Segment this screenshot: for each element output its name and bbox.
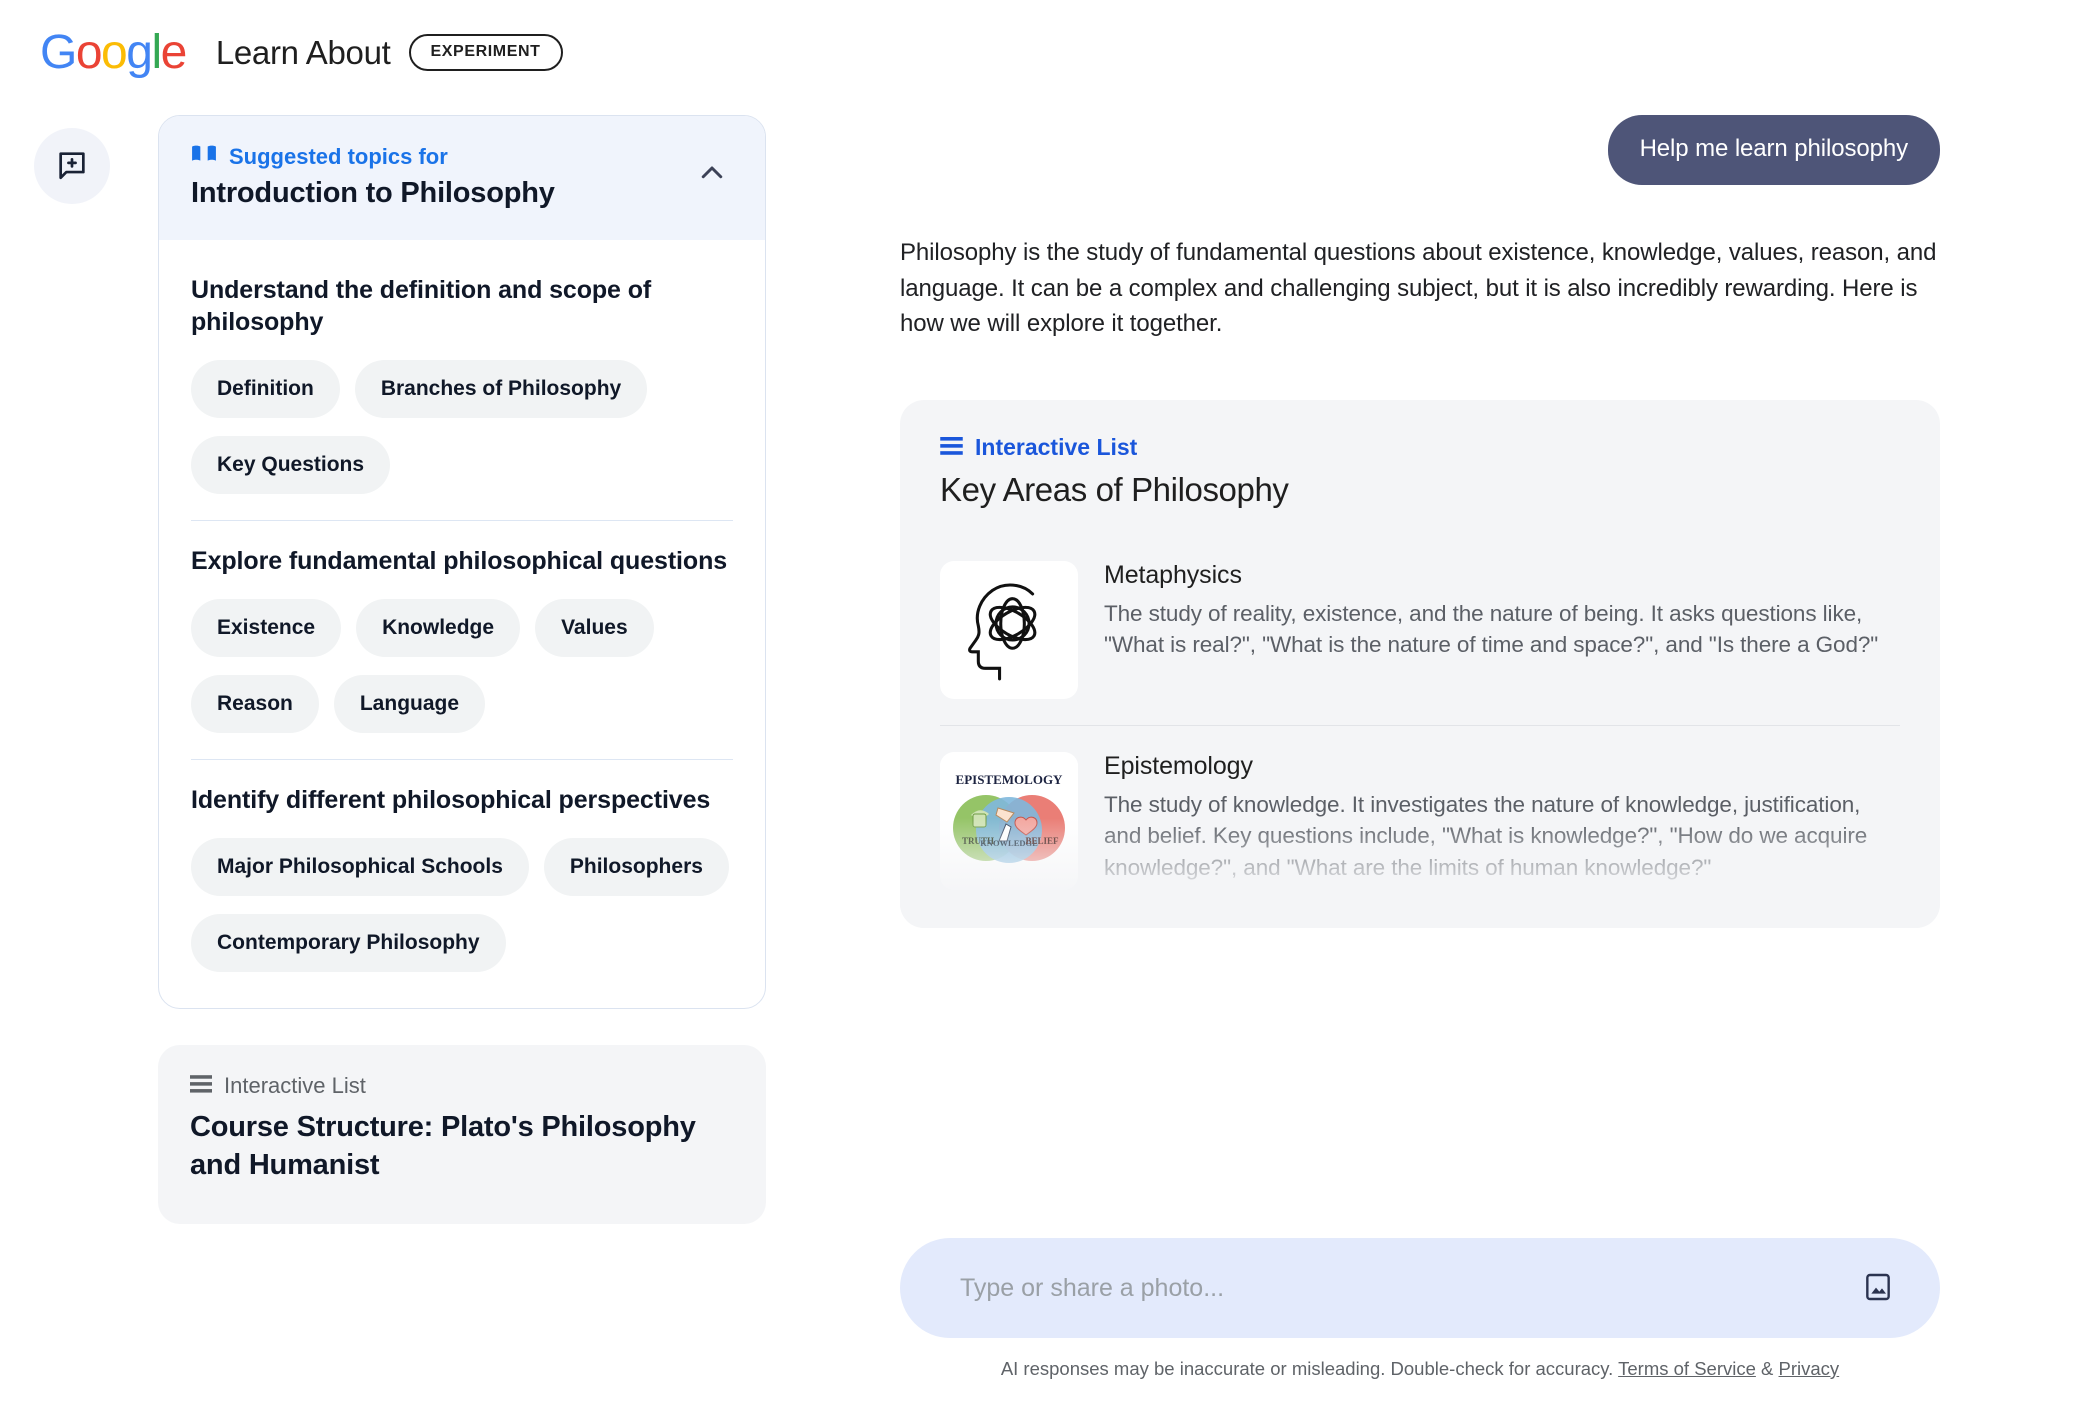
- composer-input[interactable]: [960, 1273, 1858, 1303]
- privacy-link[interactable]: Privacy: [1779, 1358, 1840, 1379]
- topic-chip[interactable]: Language: [333, 675, 486, 733]
- suggested-topics-title: Introduction to Philosophy: [191, 177, 555, 209]
- topic-chip-list: Definition Branches of Philosophy Key Qu…: [191, 360, 733, 494]
- topic-chip[interactable]: Definition: [191, 360, 340, 418]
- list-item-text: Metaphysics The study of reality, existe…: [1104, 561, 1900, 699]
- topic-chip[interactable]: Existence: [191, 599, 342, 657]
- topic-chip[interactable]: Key Questions: [191, 436, 391, 494]
- list-item-description: The study of knowledge. It investigates …: [1104, 791, 1868, 881]
- svg-text:BELIEF: BELIEF: [1025, 836, 1059, 846]
- list-icon: [190, 1073, 212, 1099]
- chat-main: Help me learn philosophy Philosophy is t…: [900, 115, 1940, 928]
- suggested-topics-card: Suggested topics for Introduction to Phi…: [158, 115, 766, 1009]
- topic-chip[interactable]: Reason: [191, 675, 319, 733]
- image-upload-icon: [1862, 1273, 1894, 1306]
- suggested-topics-kicker: Suggested topics for: [191, 144, 555, 170]
- image-upload-button[interactable]: [1858, 1267, 1898, 1310]
- new-chat-bubble-icon: [55, 148, 89, 185]
- list-item-text: Epistemology The study of knowledge. It …: [1104, 752, 1900, 890]
- user-message-bubble: Help me learn philosophy: [1607, 115, 1940, 185]
- topic-chip[interactable]: Branches of Philosophy: [354, 360, 648, 418]
- google-logo: Google: [40, 26, 187, 79]
- experiment-badge: EXPERIMENT: [408, 34, 563, 71]
- sidebar-list-kicker-label: Interactive List: [224, 1073, 366, 1098]
- book-icon: [191, 144, 217, 170]
- head-with-atom-icon: [950, 568, 1068, 691]
- composer-bar[interactable]: [900, 1238, 1940, 1338]
- suggested-topics-body: Understand the definition and scope of p…: [159, 240, 765, 1008]
- list-item-name: Metaphysics: [1104, 560, 1242, 589]
- svg-text:EPISTEMOLOGY: EPISTEMOLOGY: [956, 772, 1064, 787]
- topic-group-title: Understand the definition and scope of p…: [191, 276, 652, 336]
- assistant-intro-text: Philosophy is the study of fundamental q…: [900, 239, 1937, 338]
- list-item[interactable]: EPISTEMOLOGY TRUTH KNOWLEDGE BELIEF Epis…: [940, 724, 1900, 916]
- interactive-list-kicker-label: Interactive List: [975, 433, 1138, 460]
- interactive-list-title: Key Areas of Philosophy: [940, 470, 1289, 508]
- sidebar-list-title: Course Structure: Plato's Philosophy and…: [190, 1111, 696, 1181]
- list-item[interactable]: ETHICS: [940, 915, 1900, 928]
- sidebar-interactive-list-card[interactable]: Interactive List Course Structure: Plato…: [158, 1045, 766, 1225]
- suggested-topics-kicker-label: Suggested topics for: [229, 144, 448, 169]
- list-item-description: The study of reality, existence, and the…: [1104, 600, 1879, 658]
- new-chat-button[interactable]: [34, 128, 110, 204]
- topic-chip-list: Major Philosophical Schools Philosophers…: [191, 838, 733, 972]
- topic-group: Identify different philosophical perspec…: [191, 759, 733, 972]
- terms-of-service-link[interactable]: Terms of Service: [1618, 1358, 1756, 1379]
- topic-group-title: Identify different philosophical perspec…: [191, 786, 711, 814]
- interactive-list-kicker: Interactive List: [940, 434, 1900, 461]
- topic-group-title: Explore fundamental philosophical questi…: [191, 547, 728, 575]
- topic-chip[interactable]: Knowledge: [356, 599, 521, 657]
- chevron-up-icon: [697, 166, 727, 191]
- topic-chip[interactable]: Major Philosophical Schools: [191, 838, 529, 896]
- topic-group: Explore fundamental philosophical questi…: [191, 520, 733, 733]
- suggested-topics-header: Suggested topics for Introduction to Phi…: [159, 116, 765, 240]
- topic-chip[interactable]: Values: [535, 599, 654, 657]
- footer-disclaimer: AI responses may be inaccurate or mislea…: [900, 1358, 1940, 1380]
- list-item-thumbnail: [940, 560, 1078, 699]
- sidebar-list-kicker: Interactive List: [190, 1073, 734, 1099]
- user-message-row: Help me learn philosophy: [900, 115, 1940, 185]
- topic-chip[interactable]: Philosophers: [543, 838, 729, 896]
- topic-chip[interactable]: Contemporary Philosophy: [191, 914, 506, 972]
- disclaimer-separator: &: [1761, 1358, 1774, 1379]
- sidebar: Suggested topics for Introduction to Phi…: [158, 115, 766, 1405]
- app-header: Google Learn About EXPERIMENT: [0, 0, 2100, 105]
- epistemology-venn-diagram: EPISTEMOLOGY TRUTH KNOWLEDGE BELIEF: [940, 758, 1078, 883]
- product-title: Learn About: [215, 33, 391, 71]
- list-item-name: Epistemology: [1104, 751, 1253, 780]
- brand-row: Learn About EXPERIMENT: [216, 34, 563, 72]
- disclaimer-text: AI responses may be inaccurate or mislea…: [1000, 1358, 1614, 1379]
- left-rail: [34, 128, 110, 204]
- topic-group: Understand the definition and scope of p…: [191, 250, 733, 494]
- collapse-topics-button[interactable]: [691, 152, 733, 197]
- list-item-thumbnail: EPISTEMOLOGY TRUTH KNOWLEDGE BELIEF: [940, 751, 1078, 890]
- interactive-list-card: Interactive List Key Areas of Philosophy…: [900, 399, 1940, 928]
- list-icon: [940, 434, 963, 461]
- list-item[interactable]: Metaphysics The study of reality, existe…: [940, 535, 1900, 725]
- topic-chip-list: Existence Knowledge Values Reason Langua…: [191, 599, 733, 733]
